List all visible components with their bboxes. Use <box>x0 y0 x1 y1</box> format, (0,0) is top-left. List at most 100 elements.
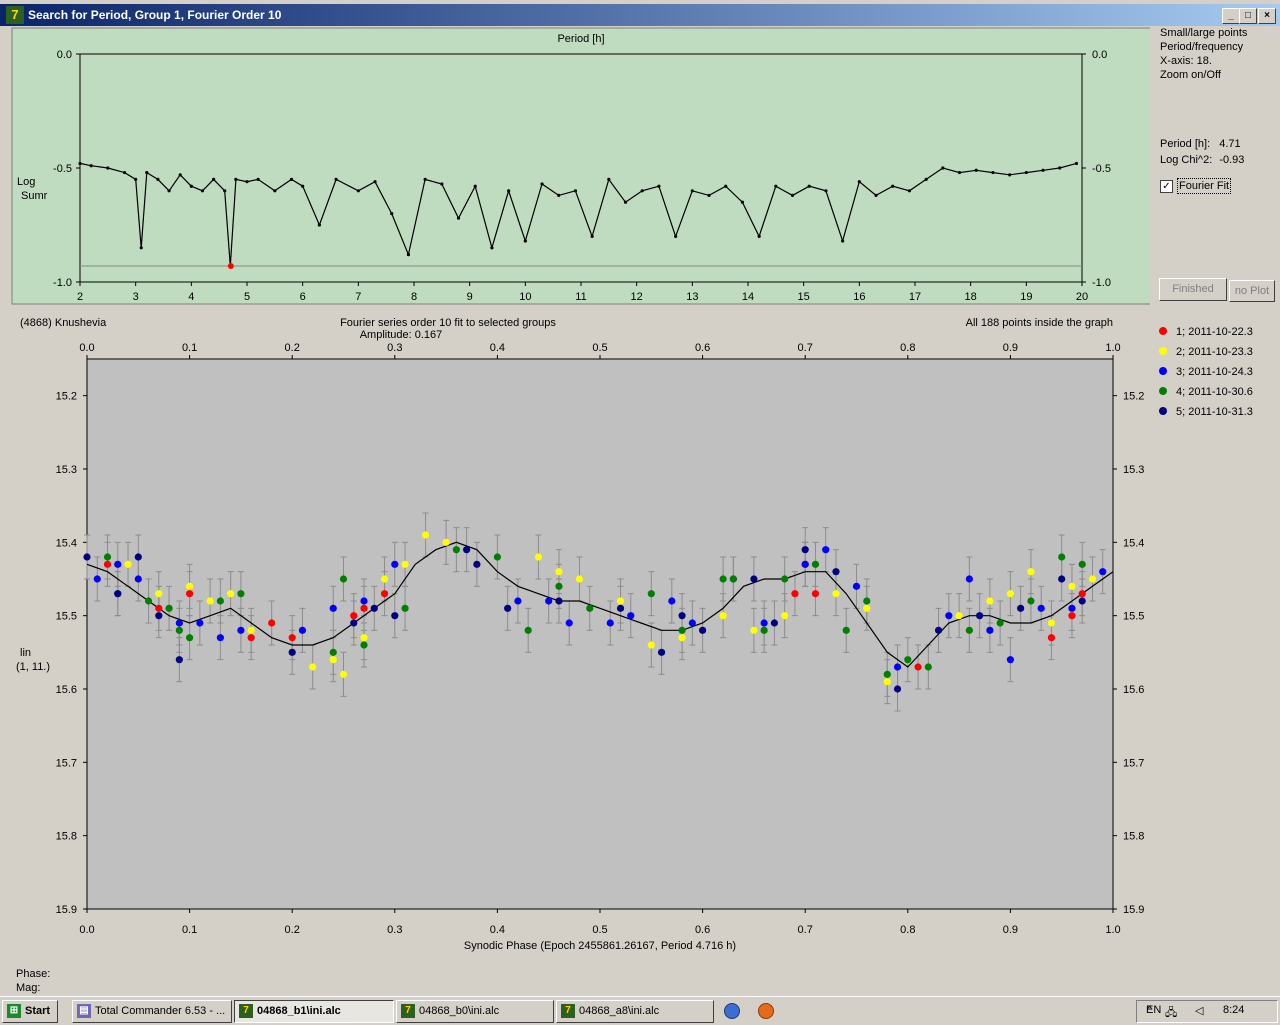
data-point <box>565 619 573 627</box>
x-tick-label: 0.6 <box>695 924 710 936</box>
periodogram-point <box>122 170 127 175</box>
data-point <box>1088 575 1097 583</box>
period-search-chart[interactable]: Period [h] Log Sumr 2 3 4 5 6 7 8 9 10 11 12 13 14 15 16 1… <box>0 26 1150 308</box>
data-point <box>339 670 348 678</box>
taskbar: ⊞ Start ▤ Total Commander 6.53 - ... 7 0486… <box>0 996 1280 1025</box>
periodogram-point <box>774 184 778 188</box>
data-point <box>206 597 214 605</box>
periodogram-point <box>334 177 338 181</box>
best-period-point <box>227 263 234 270</box>
y-tick-label: 15.8 <box>56 831 77 843</box>
period-search-panel: Period [h] Log Sumr 2 3 4 5 6 7 8 9 10 11 12 13 14 15 16 1… <box>0 26 1280 308</box>
periodogram-point <box>356 189 360 193</box>
data-point <box>883 670 891 678</box>
data-point <box>945 612 953 620</box>
fourier-fit-checkbox[interactable]: ✓ <box>1160 180 1173 193</box>
data-point <box>370 604 378 612</box>
y-axis-label: Sumr <box>21 190 48 202</box>
task-ini-a8[interactable]: 7 04868_a8\ini.alc <box>556 1000 714 1023</box>
data-point <box>832 568 840 576</box>
speaker-icon[interactable]: ◁ <box>1195 1004 1203 1017</box>
x-tick-label: 2 <box>77 291 83 303</box>
data-point <box>534 553 543 561</box>
data-point <box>976 612 984 620</box>
phase-lightcurve-chart[interactable]: (4868) Knushevia Fourier series order 10 … <box>0 310 1280 960</box>
x-tick-label: 5 <box>244 291 250 303</box>
network-icon[interactable]: 🖧 <box>1165 1004 1177 1023</box>
data-point <box>247 626 255 634</box>
firefox-icon[interactable] <box>758 1003 774 1019</box>
data-point <box>555 597 563 605</box>
data-point <box>237 626 245 634</box>
data-point <box>1068 582 1076 590</box>
legend-marker <box>1159 347 1167 355</box>
data-point <box>729 575 737 583</box>
periodogram-point <box>907 189 912 193</box>
system-tray: ⌃ 🖧 ◁ 8:24 <box>1136 1000 1278 1023</box>
data-point <box>493 553 501 561</box>
legend-label: 4; 2011-10-30.6 <box>1176 386 1253 398</box>
data-point <box>1078 597 1086 605</box>
y-tick-label-right: 15.5 <box>1123 611 1144 623</box>
periodogram-point <box>134 177 138 181</box>
data-point <box>1006 656 1015 664</box>
x-axis-setting[interactable]: X-axis: 18. <box>1160 54 1247 68</box>
x-tick-label: 1.0 <box>1105 924 1120 936</box>
periodogram-point <box>540 182 544 186</box>
data-point <box>1068 612 1076 620</box>
y-axis-label: lin <box>20 647 31 659</box>
no-plot-button[interactable]: no Plot <box>1229 280 1275 302</box>
task-ini-b1[interactable]: 7 04868_b1\ini.alc <box>234 1000 394 1023</box>
chevron-up-icon[interactable]: ⌃ <box>1145 1004 1154 1017</box>
data-point <box>770 619 779 627</box>
small-large-points-toggle[interactable]: Small/large points <box>1160 26 1247 40</box>
period-frequency-toggle[interactable]: Period/frequency <box>1160 40 1247 54</box>
data-point <box>965 575 973 583</box>
x-tick-label: 19 <box>1020 291 1032 303</box>
data-point <box>401 604 409 612</box>
data-point <box>750 575 758 583</box>
y-axis-label: Log <box>17 176 35 188</box>
zoom-toggle[interactable]: Zoom on/Off <box>1160 68 1247 82</box>
periodogram-point <box>167 189 171 193</box>
task-ini-b0[interactable]: 7 04868_b0\ini.alc <box>396 1000 554 1023</box>
window-titlebar[interactable]: 7 Search for Period, Group 1, Fourier Or… <box>0 4 1280 26</box>
data-point <box>329 656 337 664</box>
clock[interactable]: 8:24 <box>1223 1004 1244 1016</box>
data-point <box>514 597 522 605</box>
app-icon: 7 <box>561 1004 575 1019</box>
periodogram-point <box>690 189 694 193</box>
maximize-button[interactable]: □ <box>1239 8 1257 24</box>
y-tick-label-right: -0.5 <box>1092 163 1111 175</box>
y-tick-label: 15.9 <box>56 904 77 916</box>
data-point <box>1058 553 1066 561</box>
sidebar-options: Small/large points Period/frequency X-ax… <box>1160 26 1247 82</box>
close-button[interactable]: × <box>1258 8 1276 24</box>
periodogram-point <box>607 177 611 181</box>
periodogram-point <box>824 189 828 193</box>
data-point <box>1078 590 1086 598</box>
task-total-commander[interactable]: ▤ Total Commander 6.53 - ... <box>72 1000 232 1023</box>
data-point <box>391 560 399 568</box>
data-point <box>955 612 963 620</box>
periodogram-point <box>256 177 260 181</box>
start-button[interactable]: ⊞ Start <box>2 1000 58 1023</box>
finished-button[interactable]: Finished <box>1159 278 1227 301</box>
data-point <box>678 626 686 634</box>
periodogram-point <box>557 193 561 197</box>
periodogram-point <box>740 200 745 204</box>
ie-icon[interactable] <box>724 1003 740 1019</box>
data-point <box>781 612 789 620</box>
period-readout: Period [h]: 4.71 <box>1160 137 1241 151</box>
periodogram-point <box>640 189 644 193</box>
periodogram-point <box>78 161 82 166</box>
minimize-button[interactable]: _ <box>1222 8 1240 24</box>
data-point <box>114 590 122 598</box>
data-point <box>401 560 409 568</box>
x-tick-label: 20 <box>1076 291 1088 303</box>
y-tick-label-right: 15.7 <box>1123 757 1144 769</box>
data-point <box>616 604 625 612</box>
fourier-fit-label[interactable]: Fourier Fit <box>1177 178 1232 194</box>
window-title: Search for Period, Group 1, Fourier Orde… <box>28 8 282 22</box>
task-label: 04868_b1\ini.alc <box>257 1005 341 1017</box>
